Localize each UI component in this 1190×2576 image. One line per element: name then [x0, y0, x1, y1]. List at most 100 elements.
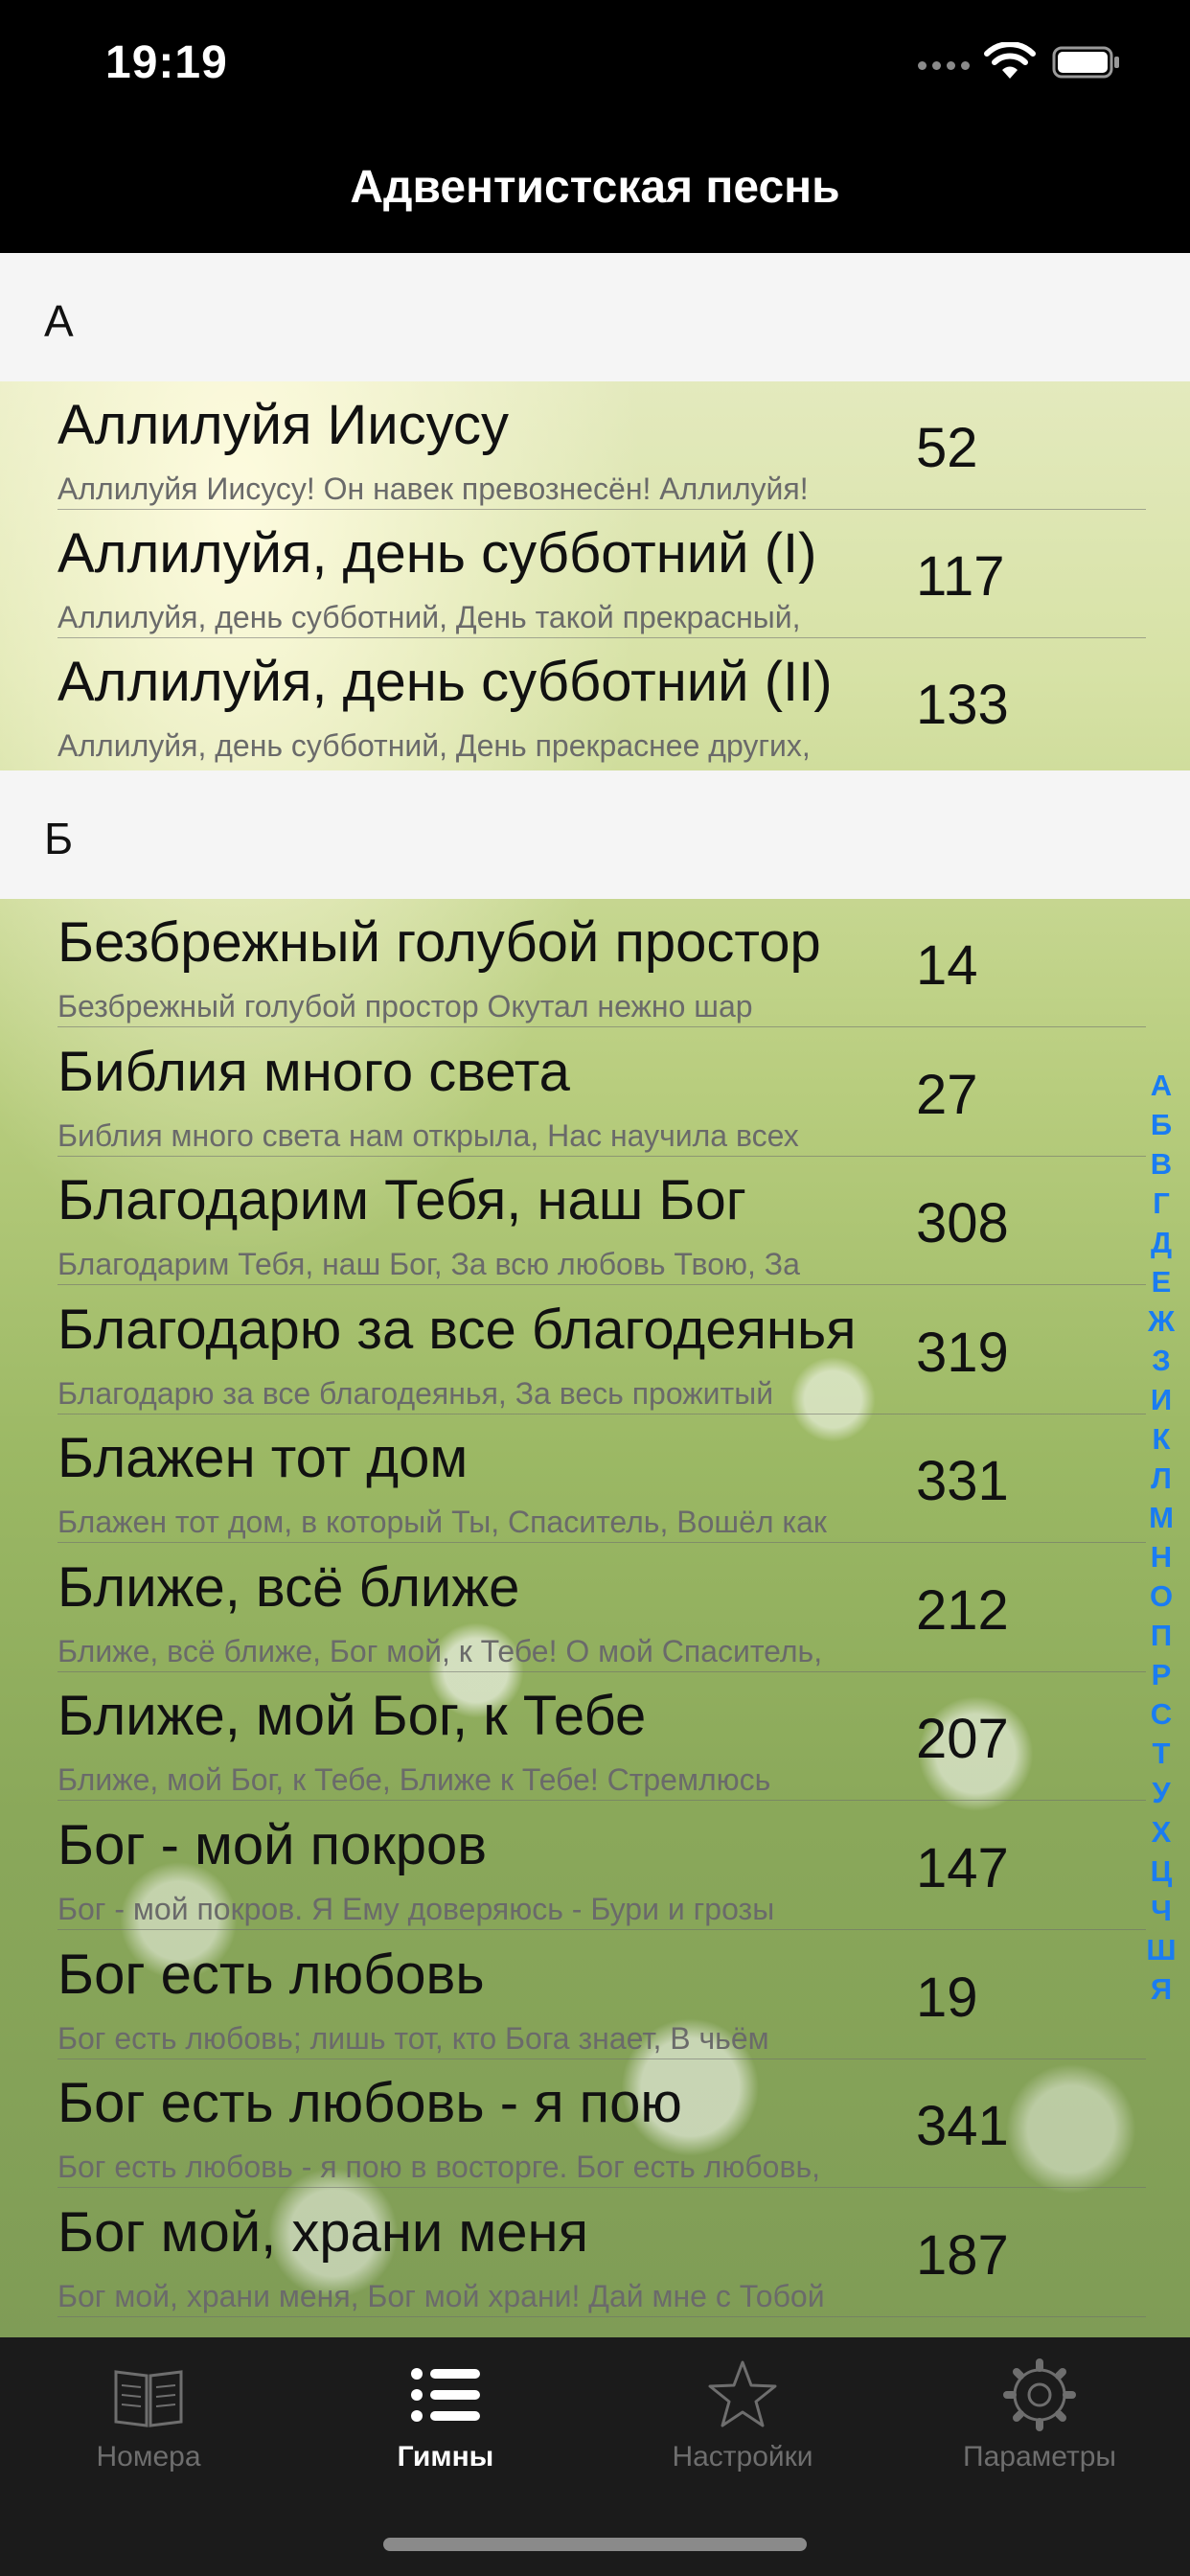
alphabet-index[interactable]: А Б В Г Д Е Ж З И К Л М Н О П Р С Т У Х … — [1138, 1066, 1184, 2009]
status-time: 19:19 — [105, 37, 228, 88]
tab-label: Настройки — [672, 2441, 813, 2472]
hymn-number: 331 — [916, 1450, 1009, 1512]
tab-parameters[interactable]: Параметры — [891, 2337, 1188, 2500]
hymn-title: Бог мой, храни меня — [57, 2201, 588, 2264]
hymn-number: 27 — [916, 1064, 978, 1126]
index-letter[interactable]: Ж — [1148, 1301, 1175, 1341]
index-letter[interactable]: П — [1151, 1616, 1172, 1655]
hymn-first-line: Бог есть любовь; лишь тот, кто Бога знае… — [57, 2021, 769, 2056]
tab-hymns[interactable]: Гимны — [297, 2337, 594, 2500]
index-letter[interactable]: Я — [1151, 1969, 1172, 2009]
tab-label: Параметры — [963, 2441, 1116, 2472]
section-letter: А — [44, 296, 74, 346]
hymn-first-line: Блажен тот дом, в который Ты, Спаситель,… — [57, 1505, 827, 1539]
index-letter[interactable]: В — [1151, 1144, 1172, 1184]
index-letter[interactable]: Н — [1151, 1537, 1172, 1576]
list-item[interactable]: Аллилуйя, день субботний (I) Аллилуйя, д… — [0, 510, 1190, 638]
hymn-first-line: Бог мой, храни меня, Бог мой храни! Дай … — [57, 2279, 825, 2313]
index-letter[interactable]: Г — [1153, 1184, 1170, 1223]
index-letter[interactable]: Е — [1152, 1262, 1172, 1301]
hymn-number: 52 — [916, 417, 978, 479]
tab-numbers[interactable]: Номера — [0, 2337, 297, 2500]
list-item[interactable]: Благодарю за все благодеянья Благодарю з… — [0, 1286, 1190, 1414]
tab-settings[interactable]: Настройки — [594, 2337, 891, 2500]
index-letter[interactable]: Б — [1151, 1105, 1172, 1144]
battery-icon — [1052, 46, 1119, 79]
hymn-first-line: Ближе, мой Бог, к Тебе, Ближе к Тебе! Ст… — [57, 1762, 771, 1797]
index-letter[interactable]: Ч — [1151, 1891, 1172, 1930]
index-letter[interactable]: К — [1153, 1419, 1171, 1459]
index-letter[interactable]: О — [1150, 1576, 1173, 1616]
hymn-number: 117 — [916, 545, 1005, 608]
list-item[interactable]: Бог - мой покров Бог - мой покров. Я Ему… — [0, 1802, 1190, 1930]
hymn-number: 341 — [916, 2095, 1009, 2157]
hymn-number: 19 — [916, 1966, 978, 2029]
hymn-number: 147 — [916, 1837, 1009, 1899]
index-letter[interactable]: Т — [1153, 1734, 1171, 1773]
row-divider — [57, 1026, 1146, 1027]
index-letter[interactable]: С — [1151, 1694, 1172, 1734]
book-icon — [114, 2370, 183, 2427]
hymn-first-line: Благодарю за все благодеянья, За весь пр… — [57, 1376, 774, 1411]
hymn-title: Блажен тот дом — [57, 1427, 469, 1489]
hymn-first-line: Благодарим Тебя, наш Бог, За всю любовь … — [57, 1247, 800, 1281]
navigation-bar: Адвентистская песнь — [0, 134, 1190, 253]
row-divider — [57, 2187, 1146, 2188]
list-item[interactable]: Бог мой, храни меня Бог мой, храни меня,… — [0, 2189, 1190, 2317]
tab-label: Номера — [96, 2441, 201, 2472]
gear-icon — [1003, 2358, 1076, 2431]
star-icon — [708, 2360, 777, 2427]
wifi-icon — [984, 42, 1036, 79]
hymn-first-line: Аллилуйя, день субботний, День прекрасне… — [57, 728, 811, 763]
hymn-first-line: Бог есть любовь - я пою в восторге. Бог … — [57, 2150, 821, 2184]
list-icon — [411, 2368, 480, 2422]
list-item[interactable]: Благодарим Тебя, наш Бог Благодарим Тебя… — [0, 1157, 1190, 1285]
row-divider — [57, 1929, 1146, 1930]
hymn-first-line: Аллилуйя, день субботний, День такой пре… — [57, 600, 801, 634]
index-letter[interactable]: Д — [1151, 1223, 1172, 1262]
hymn-title: Аллилуйя, день субботний (I) — [57, 522, 817, 585]
row-divider — [57, 1800, 1146, 1801]
index-letter[interactable]: Ц — [1151, 1852, 1173, 1891]
status-bar: 19:19 — [0, 0, 1190, 134]
home-indicator[interactable] — [383, 2538, 807, 2551]
index-letter[interactable]: И — [1151, 1380, 1172, 1419]
hymn-title: Аллилуйя Иисусу — [57, 394, 509, 456]
section-letter: Б — [44, 814, 74, 863]
hymn-title: Безбрежный голубой простор — [57, 911, 821, 974]
list-item[interactable]: Ближе, мой Бог, к Тебе Ближе, мой Бог, к… — [0, 1672, 1190, 1801]
hymn-number: 187 — [916, 2224, 1009, 2287]
list-item[interactable]: Ближе, всё ближе Ближе, всё ближе, Бог м… — [0, 1544, 1190, 1672]
section-header-b: Б — [0, 770, 1190, 899]
tab-label: Гимны — [397, 2441, 494, 2472]
hymn-first-line: Аллилуйя Иисусу! Он навек превознесён! А… — [57, 472, 809, 506]
list-item[interactable]: Блажен тот дом Блажен тот дом, в который… — [0, 1414, 1190, 1543]
index-letter[interactable]: З — [1152, 1341, 1170, 1380]
index-letter[interactable]: Х — [1152, 1812, 1172, 1852]
list-item[interactable]: Библия много света Библия много света на… — [0, 1028, 1190, 1157]
list-item[interactable]: Бог есть любовь - я пою Бог есть любовь … — [0, 2059, 1190, 2188]
row-divider — [57, 1542, 1146, 1543]
list-item[interactable]: Безбрежный голубой простор Безбрежный го… — [0, 899, 1190, 1027]
list-item[interactable]: Аллилуйя, день субботний (II) Аллилуйя, … — [0, 638, 1190, 767]
hymn-title: Благодарим Тебя, наш Бог — [57, 1169, 746, 1231]
row-divider — [57, 2316, 1146, 2317]
index-letter[interactable]: У — [1152, 1773, 1170, 1812]
hymn-number: 308 — [916, 1192, 1009, 1254]
hymn-number: 207 — [916, 1708, 1009, 1770]
hymn-title: Библия много света — [57, 1041, 570, 1103]
hymn-title: Благодарю за все благодеянья — [57, 1299, 857, 1361]
list-item[interactable]: Аллилуйя Иисусу Аллилуйя Иисусу! Он наве… — [0, 381, 1190, 510]
index-letter[interactable]: Л — [1151, 1459, 1172, 1498]
list-item[interactable]: Бог есть любовь Бог есть любовь; лишь то… — [0, 1931, 1190, 2059]
section-header-a: А — [0, 253, 1190, 381]
index-letter[interactable]: Ш — [1146, 1930, 1176, 1969]
index-letter[interactable]: А — [1151, 1066, 1172, 1105]
hymn-title: Ближе, мой Бог, к Тебе — [57, 1685, 647, 1747]
hymn-title: Ближе, всё ближе — [57, 1556, 520, 1619]
index-letter[interactable]: Р — [1152, 1655, 1172, 1694]
hymn-list[interactable]: А Аллилуйя Иисусу Аллилуйя Иисусу! Он на… — [0, 253, 1190, 2337]
index-letter[interactable]: М — [1149, 1498, 1174, 1537]
page-title: Адвентистская песнь — [350, 162, 840, 213]
hymn-title: Бог есть любовь — [57, 1944, 485, 2006]
